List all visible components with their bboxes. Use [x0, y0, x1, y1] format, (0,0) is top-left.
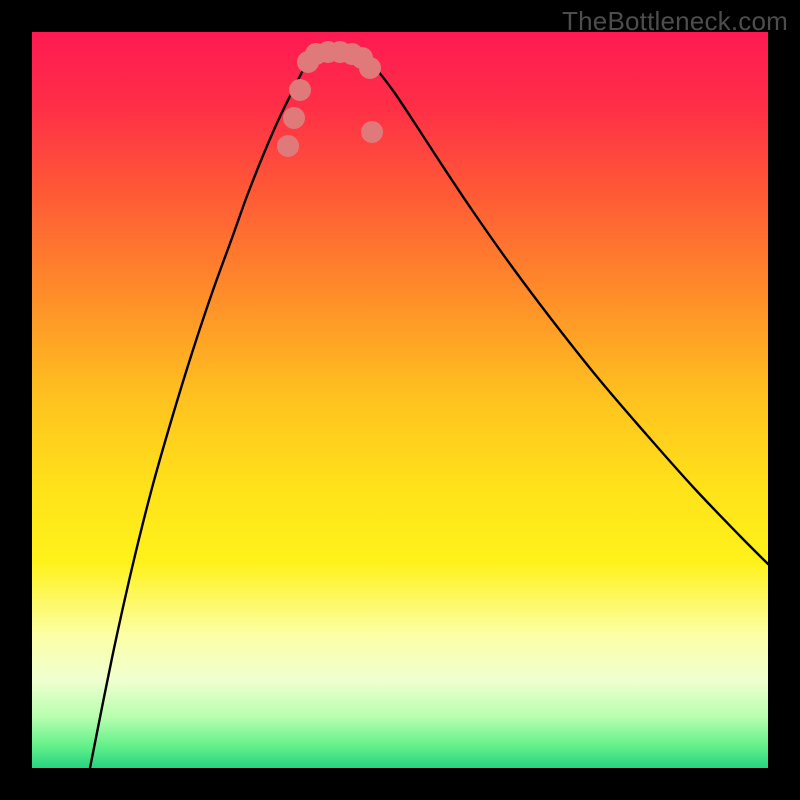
- trough-marker: [283, 107, 305, 129]
- gradient-background: [32, 32, 768, 768]
- chart-svg: [32, 32, 768, 768]
- trough-marker: [289, 79, 311, 101]
- plot-area: [32, 32, 768, 768]
- chart-frame: TheBottleneck.com: [0, 0, 800, 800]
- trough-marker: [359, 57, 381, 79]
- trough-marker: [361, 121, 383, 143]
- trough-marker: [277, 135, 299, 157]
